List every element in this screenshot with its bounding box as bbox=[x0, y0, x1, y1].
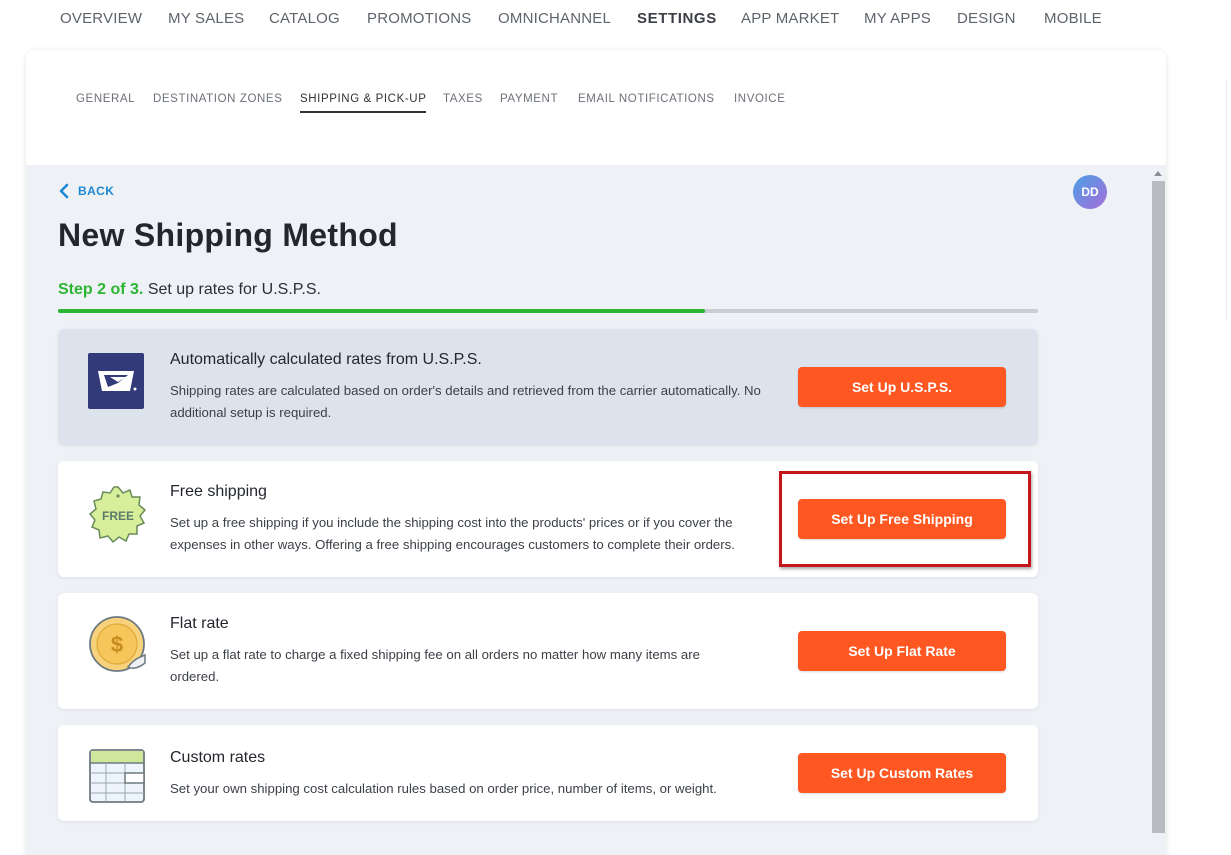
vertical-scrollbar[interactable] bbox=[1151, 165, 1166, 855]
settings-tabs: GENERAL DESTINATION ZONES SHIPPING & PIC… bbox=[26, 50, 1166, 165]
step-number: Step 2 of 3. bbox=[58, 281, 144, 298]
nav-promotions[interactable]: PROMOTIONS bbox=[367, 10, 472, 27]
tab-shipping-pickup[interactable]: SHIPPING & PICK-UP bbox=[300, 93, 427, 113]
content-area: BACK DD New Shipping Method Step 2 of 3.… bbox=[26, 165, 1166, 855]
step-progress-bar bbox=[58, 309, 1038, 313]
card-description: Set up a free shipping if you include th… bbox=[170, 515, 735, 552]
card-title: Free shipping bbox=[170, 483, 267, 500]
nav-design[interactable]: DESIGN bbox=[957, 10, 1016, 27]
card-title: Custom rates bbox=[170, 749, 266, 766]
page-title: New Shipping Method bbox=[58, 217, 398, 253]
setup-custom-rates-button[interactable]: Set Up Custom Rates bbox=[798, 753, 1006, 793]
setup-free-shipping-button[interactable]: Set Up Free Shipping bbox=[798, 499, 1006, 539]
step-progress-fill bbox=[58, 309, 705, 313]
setup-usps-button[interactable]: Set Up U.S.P.S. bbox=[798, 367, 1006, 407]
avatar[interactable]: DD bbox=[1073, 175, 1107, 209]
nav-settings[interactable]: SETTINGS bbox=[637, 10, 717, 27]
nav-catalog[interactable]: CATALOG bbox=[269, 10, 340, 27]
tab-invoice[interactable]: INVOICE bbox=[734, 93, 786, 111]
table-grid-icon bbox=[88, 747, 146, 805]
card-description: Shipping rates are calculated based on o… bbox=[170, 383, 761, 420]
setup-flat-rate-button[interactable]: Set Up Flat Rate bbox=[798, 631, 1006, 671]
usps-eagle-icon bbox=[88, 353, 144, 409]
settings-panel: GENERAL DESTINATION ZONES SHIPPING & PIC… bbox=[26, 50, 1166, 855]
dollar-coin-icon: $ bbox=[88, 615, 148, 675]
dollar-sign: $ bbox=[111, 632, 123, 657]
top-navigation: OVERVIEW MY SALES CATALOG PROMOTIONS OMN… bbox=[0, 0, 1231, 40]
nav-overview[interactable]: OVERVIEW bbox=[60, 10, 142, 27]
nav-my-sales[interactable]: MY SALES bbox=[168, 10, 244, 27]
card-title: Automatically calculated rates from U.S.… bbox=[170, 351, 482, 368]
free-badge-icon: FREE bbox=[88, 485, 148, 545]
back-label: BACK bbox=[78, 184, 115, 198]
nav-mobile[interactable]: MOBILE bbox=[1044, 10, 1102, 27]
free-shipping-card: FREE Free shipping Set up a free shippin… bbox=[58, 461, 1038, 577]
tab-destination-zones[interactable]: DESTINATION ZONES bbox=[153, 93, 282, 111]
scroll-up-arrow-icon[interactable] bbox=[1154, 171, 1162, 176]
card-description: Set your own shipping cost calculation r… bbox=[170, 781, 717, 796]
nav-app-market[interactable]: APP MARKET bbox=[741, 10, 839, 27]
tab-general[interactable]: GENERAL bbox=[76, 93, 135, 111]
nav-omnichannel[interactable]: OMNICHANNEL bbox=[498, 10, 611, 27]
adjacent-window-edge bbox=[1226, 80, 1231, 320]
flat-rate-card: $ Flat rate Set up a flat rate to charge… bbox=[58, 593, 1038, 709]
scrollbar-thumb[interactable] bbox=[1152, 181, 1165, 833]
card-description: Set up a flat rate to charge a fixed shi… bbox=[170, 647, 700, 684]
nav-my-apps[interactable]: MY APPS bbox=[864, 10, 931, 27]
step-indicator: Step 2 of 3. Set up rates for U.S.P.S. bbox=[58, 281, 321, 299]
step-text: Set up rates for U.S.P.S. bbox=[147, 281, 321, 298]
back-link[interactable]: BACK bbox=[58, 183, 114, 199]
tab-payment[interactable]: PAYMENT bbox=[500, 93, 558, 111]
card-title: Flat rate bbox=[170, 615, 229, 632]
tab-taxes[interactable]: TAXES bbox=[443, 93, 483, 111]
free-badge-text: FREE bbox=[102, 509, 134, 523]
tab-email-notifications[interactable]: EMAIL NOTIFICATIONS bbox=[578, 93, 715, 111]
custom-rates-card: Custom rates Set your own shipping cost … bbox=[58, 725, 1038, 821]
chevron-left-icon bbox=[59, 183, 69, 199]
usps-method-card: Automatically calculated rates from U.S.… bbox=[58, 329, 1038, 445]
